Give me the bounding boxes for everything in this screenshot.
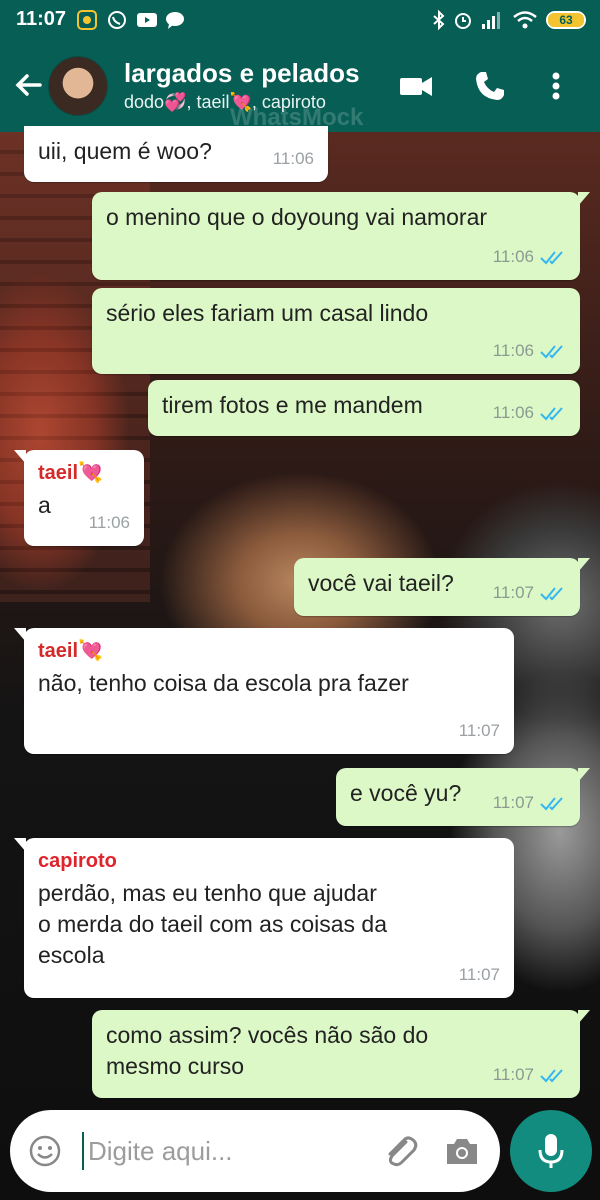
message-input[interactable]: Digite aqui... — [88, 1136, 233, 1167]
message-text: sério eles fariam um casal lindo — [106, 300, 429, 326]
message-text-line: o merda do taeil com as coisas da — [38, 911, 388, 937]
read-ticks-icon — [540, 250, 563, 264]
read-ticks-icon — [540, 344, 563, 358]
status-time: 11:07 — [16, 8, 67, 30]
read-ticks-icon — [540, 406, 563, 420]
group-avatar[interactable] — [48, 56, 108, 116]
message-sender[interactable]: taeil💘 — [38, 460, 130, 486]
voice-call-icon[interactable] — [472, 68, 508, 104]
video-call-icon[interactable] — [398, 68, 434, 104]
message-sender[interactable]: capiroto — [38, 848, 500, 874]
message-incoming[interactable]: uii, quem é woo? 11:06 — [24, 126, 328, 182]
back-arrow-icon[interactable] — [12, 68, 46, 102]
message-time: 11:07 — [492, 583, 534, 602]
message-text-line: como assim? vocês não são do — [106, 1022, 429, 1048]
message-outgoing[interactable]: sério eles fariam um casal lindo 11:06 — [92, 288, 580, 374]
bubble-tail — [14, 628, 26, 642]
message-time: 11:07 — [458, 965, 500, 984]
battery-level: 63 — [548, 13, 584, 27]
message-time: 11:06 — [492, 341, 534, 360]
chat-header: largados e pelados dodo💞, taeil💘, capiro… — [0, 40, 600, 132]
mic-button[interactable] — [510, 1110, 592, 1192]
message-incoming[interactable]: taeil💘 a 11:06 — [14, 450, 144, 546]
read-ticks-icon — [540, 796, 563, 810]
message-text: não, tenho coisa da escola pra fazer — [38, 670, 409, 696]
message-time: 11:07 — [458, 721, 500, 740]
text-caret — [82, 1132, 84, 1170]
more-options-icon[interactable] — [546, 68, 566, 104]
message-text: e você yu? — [350, 780, 462, 806]
message-text-line: escola — [38, 942, 105, 968]
message-outgoing[interactable]: o menino que o doyoung vai namorar 11:06 — [92, 192, 590, 280]
message-time: 11:06 — [492, 247, 534, 266]
read-ticks-icon — [540, 1068, 563, 1082]
signal-icon — [482, 12, 500, 29]
app-notification-icon — [77, 10, 97, 30]
bubble-tail — [14, 838, 26, 852]
bubble-tail — [578, 558, 590, 572]
wifi-icon — [513, 11, 537, 29]
message-outgoing[interactable]: você vai taeil? 11:07 — [294, 558, 590, 616]
bubble-tail — [14, 450, 26, 464]
message-sender[interactable]: taeil💘 — [38, 638, 500, 664]
message-input-bar: Digite aqui... — [10, 1110, 500, 1192]
whatsapp-notification-icon — [108, 11, 126, 29]
emoji-icon[interactable] — [28, 1134, 62, 1168]
alarm-icon — [455, 13, 471, 29]
message-time: 11:07 — [492, 1065, 534, 1084]
message-time: 11:06 — [492, 403, 534, 422]
chat-notification-icon — [166, 12, 184, 29]
bubble-tail — [578, 192, 590, 206]
message-time: 11:07 — [492, 793, 534, 812]
message-text: a — [38, 492, 51, 518]
microphone-icon — [538, 1134, 564, 1168]
bubble-tail — [578, 768, 590, 782]
message-incoming[interactable]: capiroto perdão, mas eu tenho que ajudar… — [14, 838, 514, 998]
bubble-tail — [578, 1010, 590, 1024]
message-incoming[interactable]: taeil💘 não, tenho coisa da escola pra fa… — [14, 628, 514, 754]
message-text: você vai taeil? — [308, 570, 454, 596]
youtube-notification-icon — [137, 13, 157, 27]
message-text: tirem fotos e me mandem — [162, 392, 423, 418]
read-ticks-icon — [540, 586, 563, 600]
message-outgoing[interactable]: como assim? vocês não são do mesmo curso… — [92, 1010, 590, 1098]
camera-icon[interactable] — [444, 1134, 480, 1168]
message-outgoing[interactable]: tirem fotos e me mandem 11:06 — [148, 380, 580, 436]
bluetooth-icon — [433, 9, 445, 31]
attach-icon[interactable] — [380, 1132, 420, 1172]
message-text-line: perdão, mas eu tenho que ajudar — [38, 880, 377, 906]
status-bar: 11:07 63 — [0, 0, 600, 40]
battery-indicator: 63 — [546, 11, 586, 29]
message-text: uii, quem é woo? — [38, 138, 212, 164]
message-time: 11:06 — [272, 149, 314, 168]
message-text: o menino que o doyoung vai namorar — [106, 204, 488, 230]
group-name[interactable]: largados e pelados — [124, 58, 360, 89]
message-time: 11:06 — [88, 513, 130, 532]
message-outgoing[interactable]: e você yu? 11:07 — [336, 768, 590, 826]
